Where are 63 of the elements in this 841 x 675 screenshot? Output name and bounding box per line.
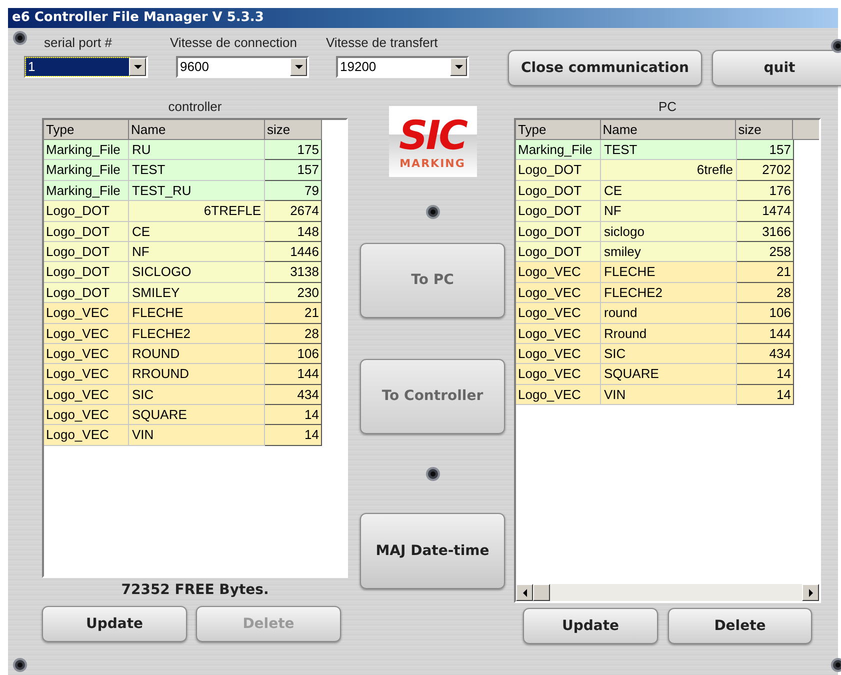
- date-time-button[interactable]: MAJ Date-time: [360, 513, 505, 589]
- column-header[interactable]: Type: [516, 120, 601, 140]
- free-space-label: 72352 FREE Bytes.: [121, 581, 269, 600]
- file-row[interactable]: Logo_DOT SICLOGO 3138: [44, 262, 322, 283]
- dropdown[interactable]: 9600: [176, 56, 309, 78]
- window-title: e6 Controller File Manager V 5.3.3: [12, 9, 264, 28]
- file-row[interactable]: Logo_DOT 6TREFLE 2674: [44, 201, 322, 222]
- column-header[interactable]: Name: [600, 120, 736, 140]
- dropdown[interactable]: 19200: [336, 56, 469, 78]
- file-row[interactable]: Logo_DOT smiley 258: [516, 242, 794, 262]
- file-row[interactable]: Logo_VEC FLECHE2 28: [44, 324, 322, 344]
- table-cell: Logo_VEC: [516, 384, 601, 406]
- file-row[interactable]: Logo_DOT 6trefle 2702: [516, 160, 794, 181]
- table-cell: VIN: [601, 384, 737, 406]
- file-row[interactable]: Logo_VEC SQUARE 14: [44, 405, 322, 426]
- scroll-right-icon[interactable]: [802, 584, 819, 601]
- file-row[interactable]: Logo_DOT NF 1474: [516, 201, 794, 222]
- horizontal-scrollbar[interactable]: [516, 584, 819, 601]
- sic-marking-logo: SIC MARKING: [388, 106, 476, 177]
- file-row[interactable]: Logo_VEC Rround 144: [516, 324, 794, 344]
- action-button[interactable]: Update: [42, 606, 187, 642]
- screw-icon: [12, 657, 28, 673]
- column-header[interactable]: Type: [44, 120, 129, 140]
- table-cell: 14: [737, 384, 794, 406]
- file-row[interactable]: Logo_VEC RROUND 144: [44, 364, 322, 385]
- file-row[interactable]: Logo_DOT SMILEY 230: [44, 282, 322, 304]
- file-row[interactable]: Logo_VEC FLECHE2 28: [516, 282, 794, 304]
- action-button[interactable]: Close communication: [508, 50, 702, 86]
- file-row[interactable]: Marking_File TEST 157: [516, 140, 794, 160]
- table-cell: 14: [265, 425, 322, 446]
- action-button[interactable]: quit: [712, 50, 841, 86]
- table-cell: VIN: [129, 425, 265, 446]
- file-row[interactable]: Logo_VEC FLECHE 21: [516, 262, 794, 283]
- dropdown[interactable]: 1: [24, 56, 148, 78]
- screw-icon: [424, 204, 440, 220]
- panel-title: PC: [658, 98, 677, 116]
- file-row[interactable]: Logo_DOT siclogo 3166: [516, 222, 794, 242]
- file-row[interactable]: Marking_File RU 175: [44, 140, 322, 160]
- file-row[interactable]: Logo_DOT NF 1446: [44, 242, 322, 262]
- file-row[interactable]: Logo_VEC SIC 434: [516, 344, 794, 364]
- file-row[interactable]: Logo_VEC ROUND 106: [44, 344, 322, 364]
- action-button[interactable]: Update: [523, 608, 658, 644]
- screw-icon: [424, 466, 440, 482]
- file-row[interactable]: Logo_DOT CE 176: [516, 180, 794, 202]
- file-row[interactable]: Logo_VEC SQUARE 14: [516, 364, 794, 385]
- scroll-thumb[interactable]: [533, 584, 550, 601]
- file-row[interactable]: Marking_File TEST_RU 79: [44, 180, 322, 202]
- file-row[interactable]: Logo_VEC round 106: [516, 303, 794, 324]
- panel-title: controller: [168, 98, 222, 116]
- file-row[interactable]: Marking_File TEST 157: [44, 160, 322, 181]
- column-header[interactable]: size: [736, 120, 794, 140]
- scroll-left-icon[interactable]: [516, 584, 533, 601]
- file-row[interactable]: Logo_DOT CE 148: [44, 222, 322, 242]
- column-header[interactable]: Name: [129, 120, 265, 140]
- field-label: Vitesse de transfert: [326, 34, 439, 52]
- file-row[interactable]: Logo_VEC FLECHE 21: [44, 303, 322, 324]
- table-cell: Logo_VEC: [44, 425, 129, 446]
- file-row[interactable]: Logo_VEC SIC 434: [44, 384, 322, 406]
- action-button[interactable]: Delete: [668, 608, 812, 644]
- file-row[interactable]: Logo_VEC VIN 14: [44, 425, 322, 446]
- column-header[interactable]: size: [265, 120, 322, 140]
- file-row[interactable]: Logo_VEC VIN 14: [516, 384, 794, 406]
- screw-icon: [12, 30, 28, 46]
